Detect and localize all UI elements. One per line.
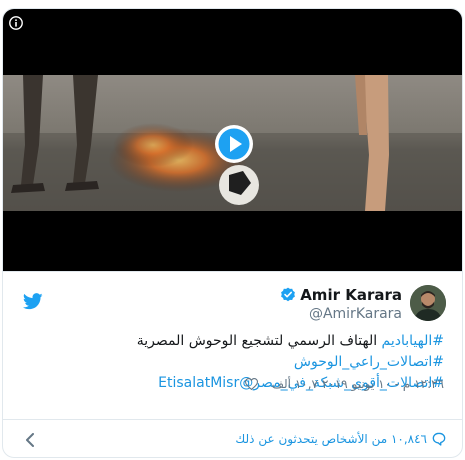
chevron-left-icon[interactable] — [25, 433, 35, 447]
tweet-header: Amir Karara @AmirKarara — [3, 271, 462, 332]
likes-count: ١٠,٧ ألف — [271, 377, 318, 391]
author-block: Amir Karara @AmirKarara — [280, 286, 402, 322]
verified-badge-icon — [281, 287, 296, 302]
timestamp[interactable]: ١٢:٢٦ م - ١٠ يونيو ٢٠١٩ — [322, 377, 444, 391]
hashtag-link[interactable]: #الهياباديم — [382, 333, 444, 349]
play-icon[interactable] — [214, 124, 254, 164]
twitter-bird-icon[interactable] — [23, 293, 43, 310]
speech-bubble-icon — [432, 432, 446, 446]
tweet-meta: ١٢:٢٦ م - ١٠ يونيو ٢٠١٩ ١٠,٧ ألف — [244, 377, 444, 391]
tweet-body-text: الهتاف الرسمي لتشجيع الوحوش المصرية — [136, 333, 382, 349]
embedded-tweet-card: Amir Karara @AmirKarara #الهياباديم الهت… — [2, 8, 463, 458]
video-player[interactable] — [3, 9, 462, 271]
author-handle[interactable]: @AmirKarara — [280, 306, 402, 322]
tweet-text-line-1: #الهياباديم الهتاف الرسمي لتشجيع الوحوش … — [19, 331, 444, 373]
tweet-footer: ١٠,٨٤٦ من الأشخاص يتحدثون عن ذلك — [3, 419, 462, 457]
heart-icon[interactable] — [244, 378, 258, 390]
author-name-row: Amir Karara — [280, 286, 402, 304]
author-display-name[interactable]: Amir Karara — [300, 286, 402, 304]
avatar-image — [410, 285, 446, 321]
info-icon[interactable] — [9, 16, 23, 30]
avatar[interactable] — [410, 285, 446, 321]
people-talking-link[interactable]: ١٠,٨٤٦ من الأشخاص يتحدثون عن ذلك — [235, 432, 446, 446]
mention-link[interactable]: @EtisalatMisr — [158, 375, 253, 391]
hashtag-link[interactable]: #اتصالات_راعي_الوحوش — [294, 354, 444, 370]
people-talking-text: ١٠,٨٤٦ من الأشخاص يتحدثون عن ذلك — [235, 432, 427, 446]
